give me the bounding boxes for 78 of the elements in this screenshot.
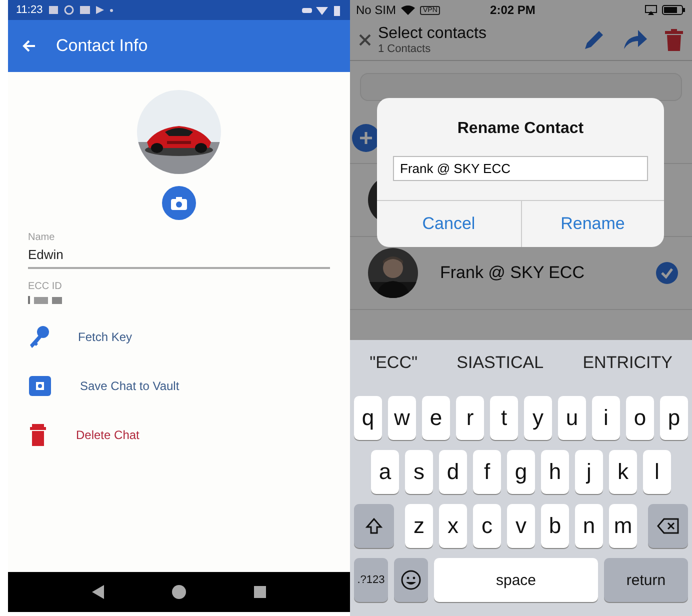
check-circle-icon[interactable] (656, 262, 678, 284)
system-status-icons (302, 4, 342, 16)
camera-button[interactable] (162, 186, 196, 220)
home-nav-icon[interactable] (172, 585, 186, 599)
key[interactable]: g (507, 450, 535, 494)
play-notification-icon (96, 6, 104, 14)
key[interactable]: w (388, 396, 416, 440)
status-time: 2:02 PM (489, 3, 536, 17)
key[interactable]: c (473, 504, 501, 548)
key[interactable]: m (609, 504, 637, 548)
status-time: 11:23 (16, 4, 43, 16)
numbers-key[interactable]: .?123 (354, 558, 388, 602)
key[interactable]: d (439, 450, 467, 494)
key[interactable]: n (575, 504, 603, 548)
name-label: Name (28, 232, 56, 243)
delete-key[interactable] (648, 504, 688, 548)
key[interactable]: p (660, 396, 688, 440)
key[interactable]: s (405, 450, 433, 494)
suggestion[interactable]: ENTRICITY (576, 352, 678, 374)
trash-icon (28, 423, 48, 447)
key[interactable]: i (592, 396, 620, 440)
key[interactable]: r (456, 396, 484, 440)
vault-icon (28, 375, 52, 397)
plus-icon (359, 131, 373, 145)
emoji-key[interactable] (394, 558, 428, 602)
key[interactable]: y (524, 396, 552, 440)
message-notification-icon (80, 6, 90, 14)
sync-notification-icon (64, 5, 74, 15)
back-nav-icon[interactable] (92, 585, 104, 599)
camera-icon (171, 196, 187, 210)
image-notification-icon (48, 6, 58, 14)
shift-icon (365, 517, 383, 535)
key-icon (28, 325, 50, 349)
backspace-icon (657, 518, 679, 534)
action-item[interactable]: Save Chat to Vault (28, 369, 330, 403)
key[interactable]: o (626, 396, 654, 440)
dot-icon (110, 8, 113, 12)
back-arrow-icon[interactable] (22, 39, 36, 53)
key[interactable]: h (541, 450, 569, 494)
pencil-icon[interactable] (582, 28, 606, 52)
screen-mirroring-icon (645, 5, 657, 15)
action-item[interactable]: Delete Chat (28, 417, 330, 453)
close-icon[interactable] (358, 33, 372, 47)
trash-icon[interactable] (664, 28, 684, 52)
carrier-text: No SIM (356, 3, 396, 17)
key[interactable]: l (643, 450, 671, 494)
screen-title: Contact Info (56, 36, 148, 56)
key[interactable]: u (558, 396, 586, 440)
key[interactable]: a (371, 450, 399, 494)
smiley-icon (401, 570, 421, 590)
action-item[interactable]: Fetch Key (28, 319, 330, 355)
dialog-title: Rename Contact (456, 120, 585, 138)
name-field[interactable]: Edwin (28, 243, 330, 269)
key[interactable]: q (354, 396, 382, 440)
contact-name: Frank @ SKY ECC (440, 263, 586, 283)
key[interactable]: k (609, 450, 637, 494)
name-input[interactable]: Frank @ SKY ECC (393, 156, 648, 181)
key[interactable]: z (405, 504, 433, 548)
key[interactable]: e (422, 396, 450, 440)
return-key[interactable]: return (604, 558, 688, 602)
key[interactable]: t (490, 396, 518, 440)
header-title: Select contacts (378, 25, 488, 43)
key[interactable]: b (541, 504, 569, 548)
ecc-id-label: ECC ID (28, 281, 63, 292)
dialog-button[interactable]: Rename (520, 201, 664, 247)
space-key[interactable]: space (434, 558, 598, 602)
header-subtitle: 1 Contacts (378, 43, 432, 55)
key[interactable]: j (575, 450, 603, 494)
search-field[interactable] (360, 73, 682, 101)
forward-icon[interactable] (622, 29, 648, 51)
key[interactable]: v (507, 504, 535, 548)
suggestion[interactable]: SIASTICAL (450, 352, 550, 374)
key[interactable]: x (439, 504, 467, 548)
battery-icon (662, 5, 686, 15)
wifi-icon (401, 5, 416, 15)
suggestion[interactable]: "ECC" (364, 352, 424, 374)
shift-key[interactable] (354, 504, 394, 548)
key[interactable]: f (473, 450, 501, 494)
